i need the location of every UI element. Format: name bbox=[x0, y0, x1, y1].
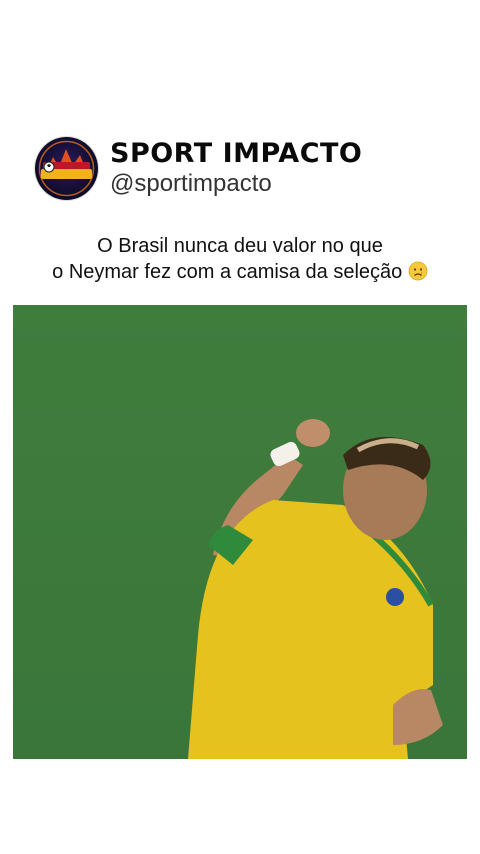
soccer-player-image bbox=[13, 305, 467, 759]
post-header: SPORT IMPACTO @sportimpacto bbox=[35, 137, 362, 200]
sport-impacto-logo-icon bbox=[38, 140, 95, 197]
caption-line-2: o Neymar fez com a camisa da seleção bbox=[52, 261, 403, 283]
sad-tear-face-icon bbox=[408, 261, 428, 288]
post-caption: O Brasil nunca deu valor no que o Neymar… bbox=[0, 233, 480, 288]
post-media-video[interactable] bbox=[13, 305, 467, 759]
avatar[interactable] bbox=[35, 137, 98, 200]
display-name[interactable]: SPORT IMPACTO bbox=[110, 139, 362, 169]
caption-line-1: O Brasil nunca deu valor no que bbox=[97, 235, 383, 257]
user-handle[interactable]: @sportimpacto bbox=[110, 170, 362, 198]
